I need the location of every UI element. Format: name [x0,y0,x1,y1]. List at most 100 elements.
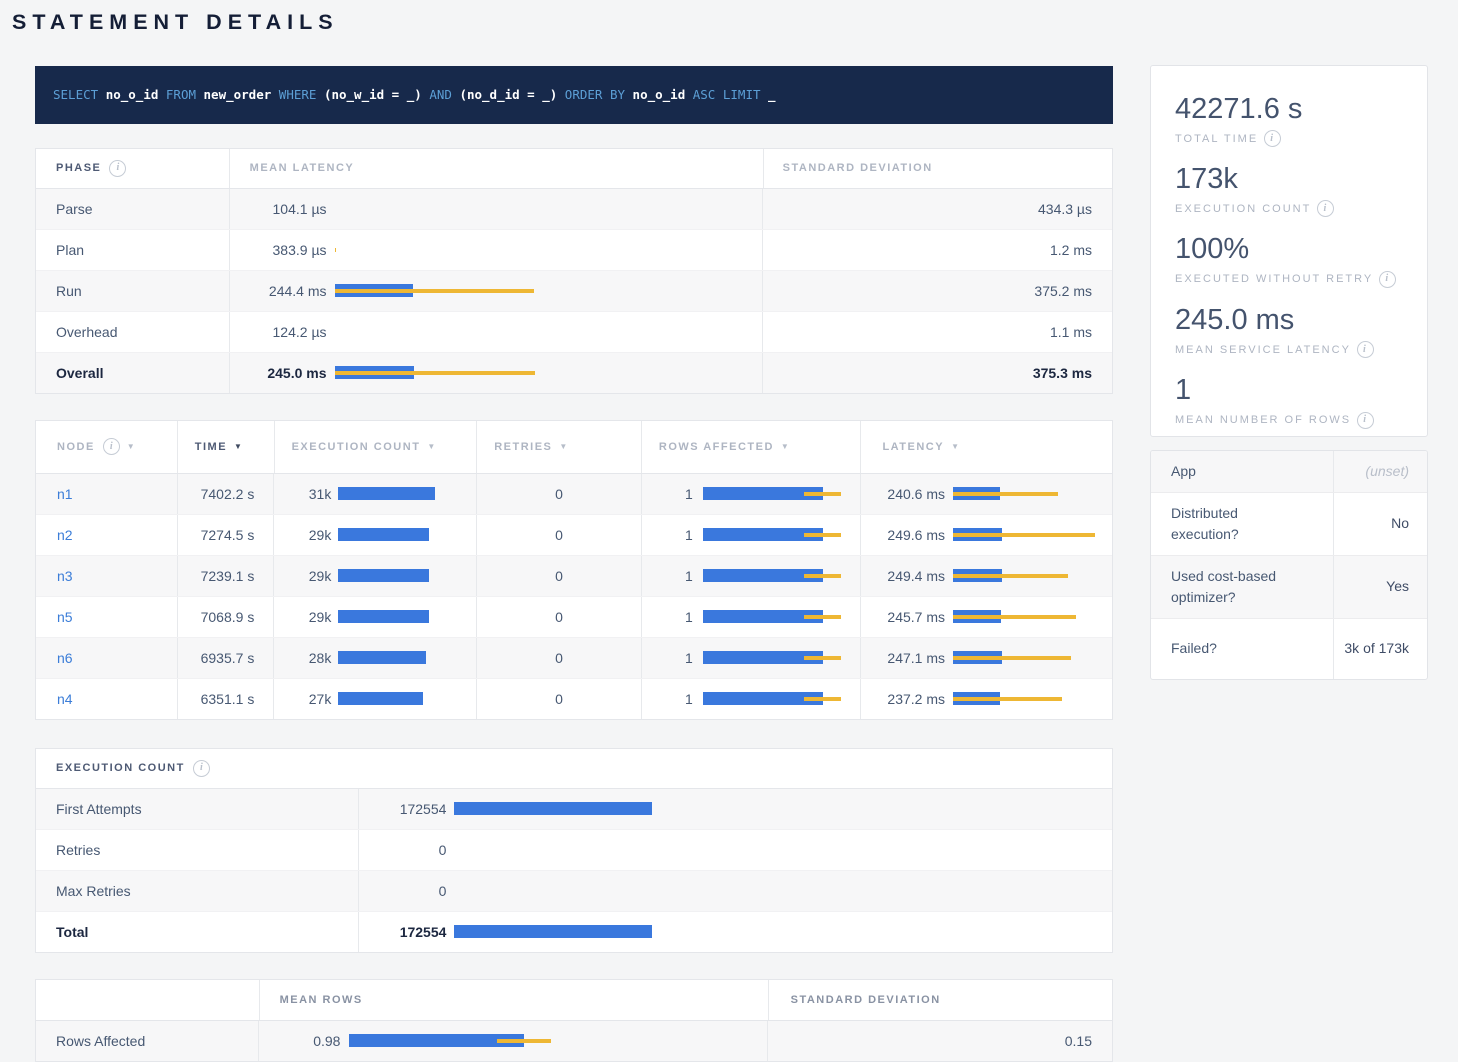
stat-value: 245.0 ms [1175,304,1403,337]
sql-token: ORDER BY [557,87,632,102]
stddev-bar [804,656,841,660]
info-icon[interactable]: i [1357,341,1374,358]
execution-count-cell: 29k [273,556,476,596]
phase-row: Overhead124.2 µs1.1 ms [36,312,1112,353]
execution-count-row-label: First Attempts [36,789,358,829]
app-table-row: Failed?3k of 173k [1151,619,1427,679]
info-icon[interactable]: i [1264,130,1281,147]
execution-count-row-label: Max Retries [36,871,358,911]
time-cell: 6935.7 s [177,638,274,678]
retries-cell: 0 [476,638,640,678]
app-row-label-text: Used cost-based optimizer? [1171,566,1291,608]
info-icon[interactable]: i [1379,271,1396,288]
retries-cell: 0 [476,679,640,719]
node-table-header: NODEi▼TIME▼EXECUTION COUNT▼RETRIES▼ROWS … [36,421,1112,474]
rows-affected-cell: 1 [641,515,860,555]
stddev-rows-column-header: STANDARD DEVIATION [768,980,1112,1020]
sort-desc-icon: ▼ [951,442,959,451]
latency-cell: 237.2 ms [860,679,1112,719]
bar-chart [703,487,853,500]
column-header-node[interactable]: NODEi▼ [36,421,177,473]
column-header-time[interactable]: TIME▼ [177,421,274,473]
latency-cell: 247.1 ms [860,638,1112,678]
execution-count-row-value-cell: 0 [358,830,1112,870]
rows-affected-value: 1 [642,568,693,584]
execution-count-row-value: 172554 [359,924,446,940]
mean-latency-header-label: MEAN LATENCY [250,162,355,174]
node-link[interactable]: n4 [57,691,73,707]
phase-label: Overall [36,353,229,393]
stat-label: MEAN SERVICE LATENCYi [1175,341,1403,358]
stat-value: 100% [1175,233,1403,266]
bar-chart [454,884,874,897]
bar-chart [703,651,853,664]
bar-chart [953,651,1113,664]
rows-affected-cell: 1 [641,474,860,514]
phase-row: Parse104.1 µs434.3 µs [36,189,1112,230]
bar-chart [335,366,727,379]
execution-count-cell: 29k [273,597,476,637]
node-link[interactable]: n3 [57,568,73,584]
latency-cell: 249.4 ms [860,556,1112,596]
main-column: SELECT no_o_id FROM new_order WHERE (no_… [35,66,1113,1062]
mean-latency-cell: 104.1 µs [229,189,762,229]
column-header-exec[interactable]: EXECUTION COUNT▼ [274,421,477,473]
app-table-row: Distributed execution?No [1151,493,1427,556]
execution-count-row: Total172554 [36,912,1112,952]
node-link[interactable]: n2 [57,527,73,543]
rows-affected-cell: 1 [641,638,860,678]
sort-desc-icon: ▼ [559,442,567,451]
app-row-value: 3k of 173k [1334,619,1427,679]
execution-count-value: 31k [274,486,331,502]
app-row-value: No [1334,493,1427,555]
execution-count-table: EXECUTION COUNT i First Attempts172554Re… [35,748,1113,953]
node-row: n37239.1 s29k01249.4 ms [36,556,1112,597]
node-table-rows: n17402.2 s31k01240.6 msn27274.5 s29k0124… [36,474,1112,719]
execution-count-row-value: 0 [359,883,446,899]
execution-count-row-value-cell: 172554 [358,912,1112,952]
mean-latency-value: 124.2 µs [230,324,327,340]
retries-cell: 0 [476,515,640,555]
rows-affected-value: 1 [642,650,693,666]
sql-token: ASC LIMIT [685,87,768,102]
time-cell: 6351.1 s [177,679,274,719]
app-row-value: (unset) [1334,451,1427,492]
rows-stddev-value: 0.15 [767,1021,1112,1061]
column-header-label: ROWS AFFECTED [659,441,774,453]
bar-chart [953,610,1113,623]
bar-chart [454,802,874,815]
summary-stat: 1MEAN NUMBER OF ROWSi [1175,374,1403,428]
info-icon[interactable]: i [1317,200,1334,217]
column-header-label: EXECUTION COUNT [292,441,421,453]
stddev-value: 375.3 ms [762,353,1112,393]
node-cell: n2 [36,515,177,555]
execution-count-row-value-cell: 0 [358,871,1112,911]
node-link[interactable]: n6 [57,650,73,666]
info-icon[interactable]: i [103,438,120,455]
execution-count-value: 29k [274,609,331,625]
latency-value: 249.6 ms [861,527,945,543]
mean-rows-header-label: MEAN ROWS [280,994,363,1006]
statement-details-page: STATEMENT DETAILS SELECT no_o_id FROM ne… [0,0,1458,1062]
bar-chart [338,569,478,582]
stddev-value: 375.2 ms [762,271,1112,311]
mean-latency-value: 383.9 µs [230,242,327,258]
execution-count-row: Max Retries0 [36,871,1112,912]
info-icon[interactable]: i [1357,412,1374,429]
app-table-row: App(unset) [1151,451,1427,493]
bar-chart [335,243,727,256]
column-header-label: LATENCY [882,441,944,453]
app-table-row: Used cost-based optimizer?Yes [1151,556,1427,619]
column-header-latency[interactable]: LATENCY ▼ [860,421,1112,473]
column-header-rows[interactable]: ROWS AFFECTED▼ [641,421,861,473]
column-header-retries[interactable]: RETRIES▼ [476,421,641,473]
stat-value: 42271.6 s [1175,93,1403,126]
column-header-label: NODE [57,441,95,453]
node-link[interactable]: n5 [57,609,73,625]
node-cell: n1 [36,474,177,514]
rows-affected-rows: Rows Affected0.980.15 [36,1021,1112,1061]
info-icon[interactable]: i [193,760,210,777]
info-icon[interactable]: i [109,160,126,177]
node-link[interactable]: n1 [57,486,73,502]
node-cell: n5 [36,597,177,637]
